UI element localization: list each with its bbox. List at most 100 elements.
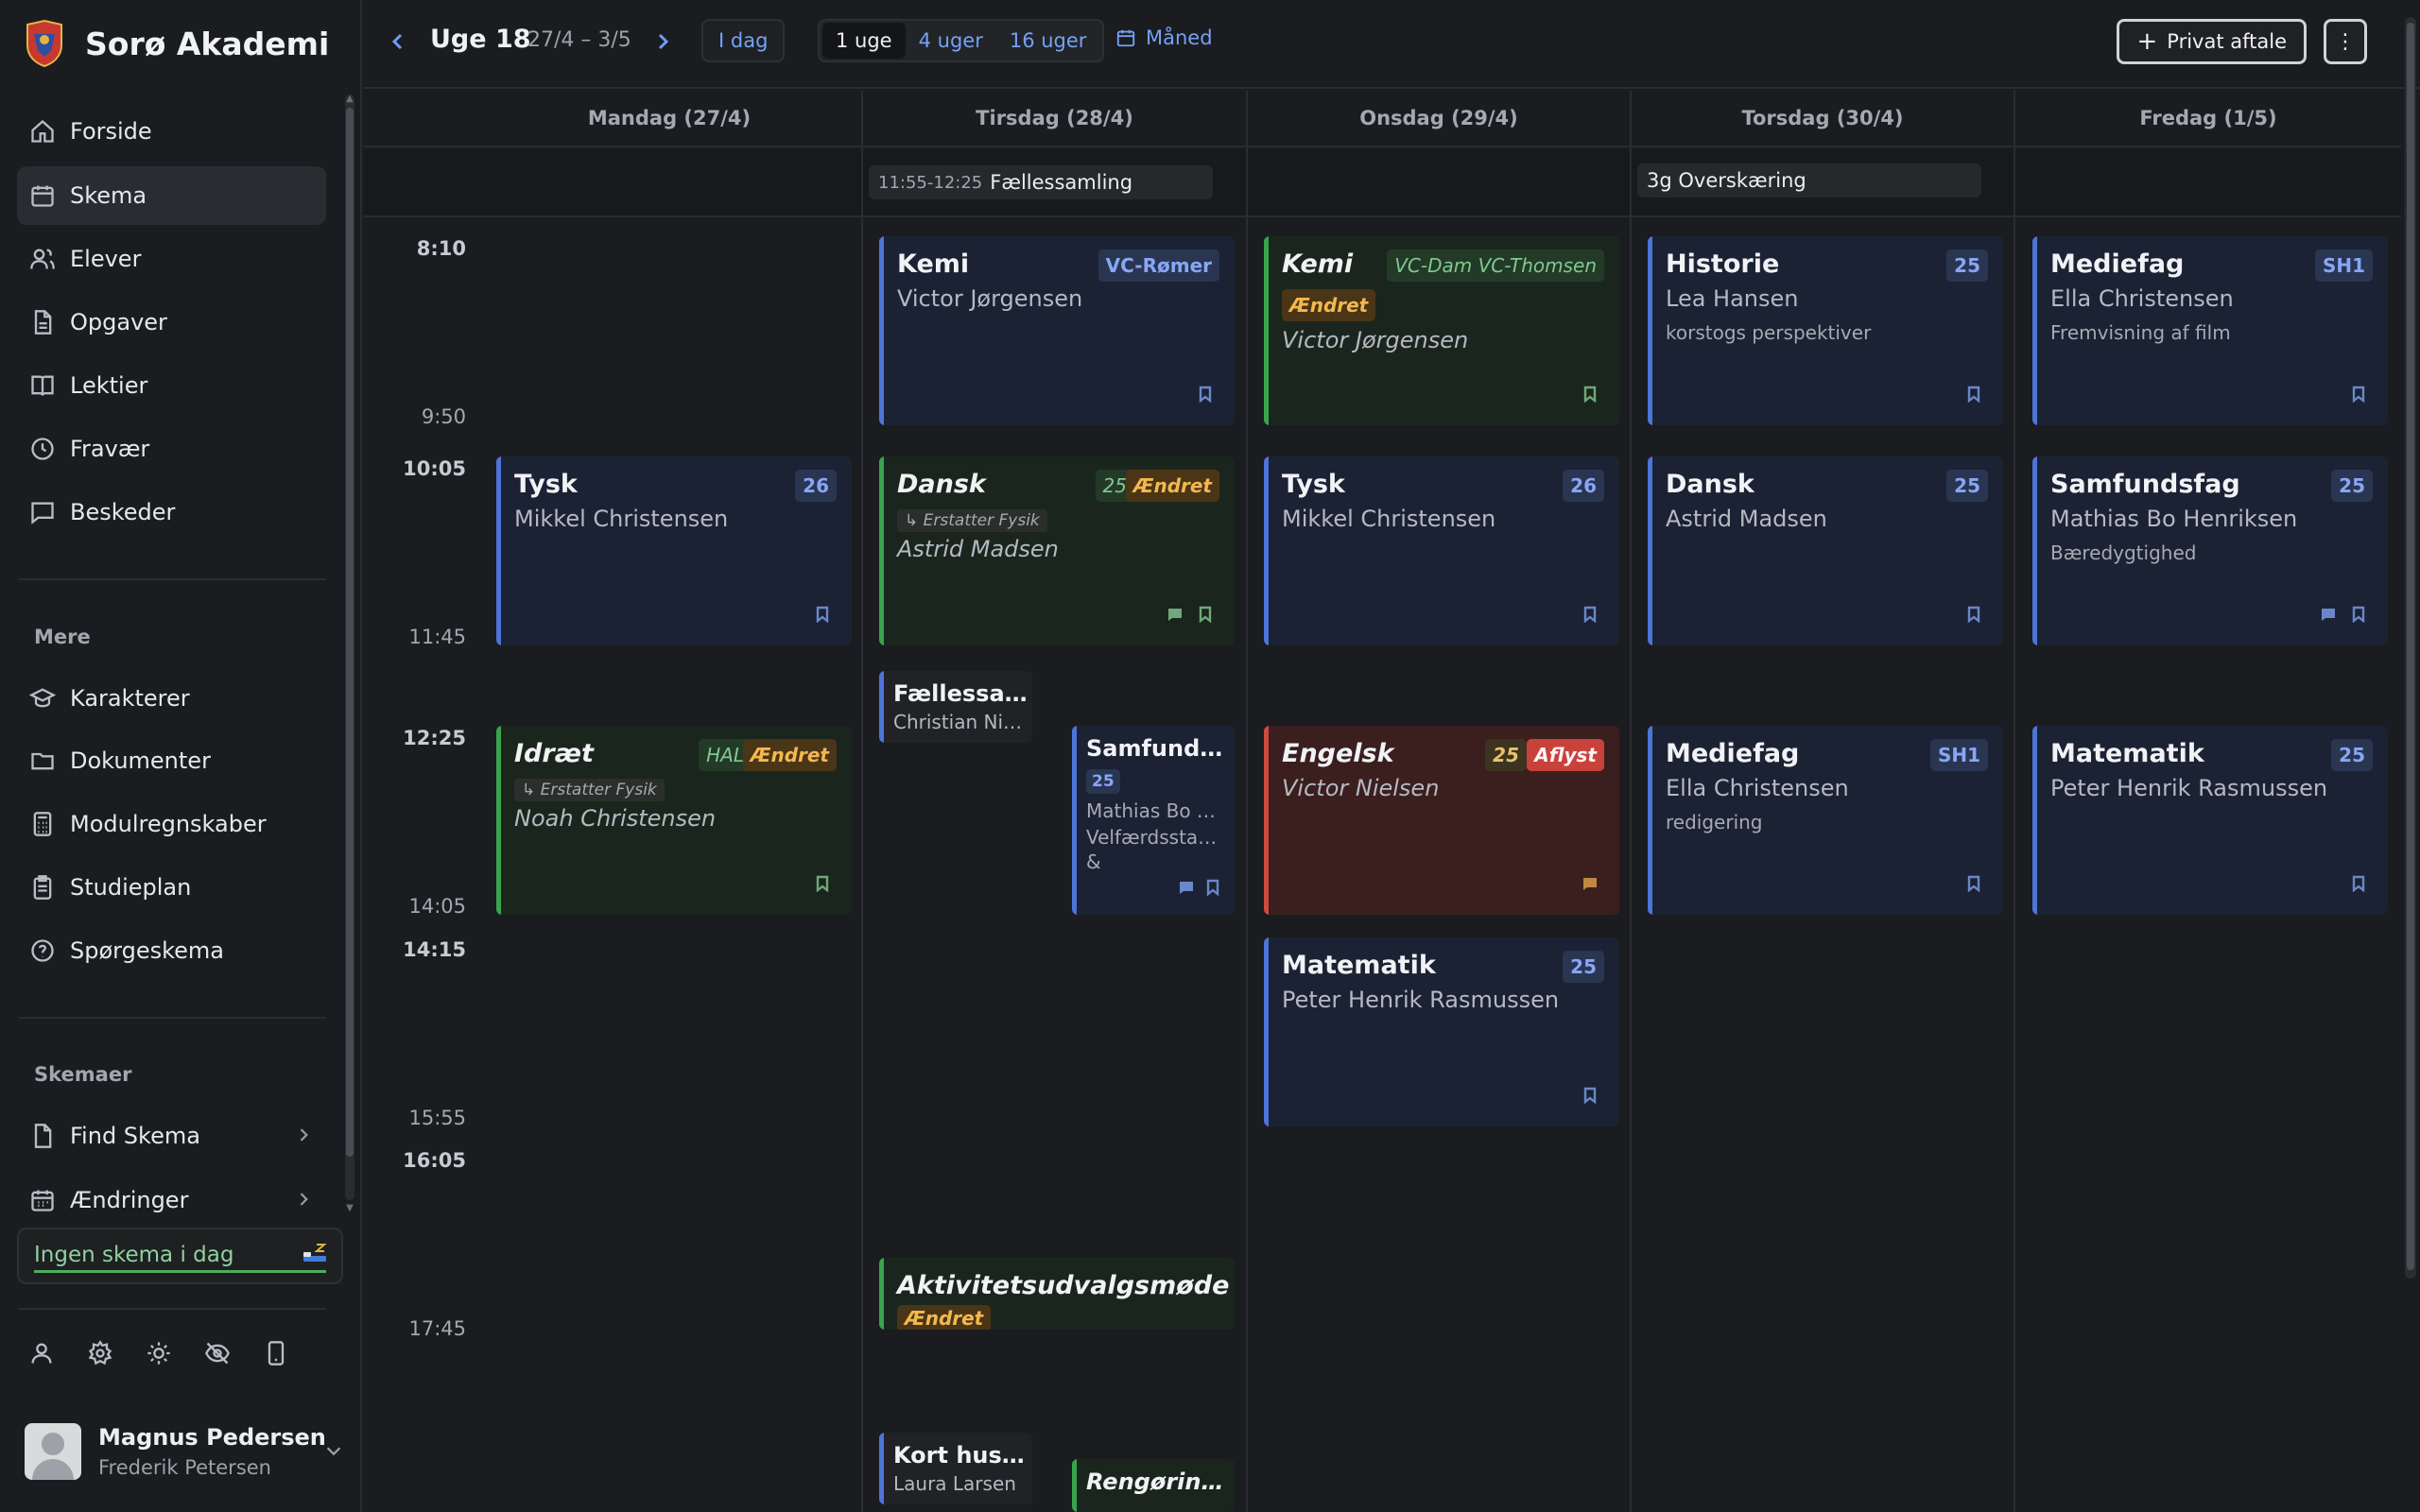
sidebar-item-modulregnskaber[interactable]: Modulregnskaber (17, 795, 326, 853)
scrollbar-thumb[interactable] (2407, 23, 2414, 1270)
sidebar-item-aendringer[interactable]: Ændringer (17, 1171, 326, 1229)
sidebar-item-opgaver[interactable]: Opgaver (17, 293, 326, 352)
lesson-teacher: Victor Jørgensen (1282, 327, 1469, 353)
lesson-fri-mediefag[interactable]: Mediefag SH1 Ella Christensen Fremvisnin… (2032, 236, 2388, 425)
no-schedule-today[interactable]: Ingen skema i dag (17, 1228, 343, 1284)
event-tue-kort-husmoede[interactable]: Kort hus… Laura Larsen (879, 1433, 1032, 1504)
lesson-mon-tysk[interactable]: Tysk 26 Mikkel Christensen (496, 456, 852, 645)
today-button[interactable]: I dag (701, 19, 786, 62)
bookmark-icon[interactable] (1965, 606, 1982, 624)
sun-icon[interactable] (146, 1340, 176, 1370)
bookmark-icon[interactable] (1582, 386, 1599, 404)
scroll-down-icon[interactable]: ▼ (345, 1204, 354, 1213)
lesson-tue-kemi[interactable]: Kemi VC-Rømer Victor Jørgensen (879, 236, 1235, 425)
more-options-button[interactable]: ⋮ (2324, 19, 2367, 64)
lesson-tue-dansk[interactable]: Dansk 25 Ændret ↳ Erstatter Fysik Astrid… (879, 456, 1235, 645)
bookmark-icon[interactable] (814, 875, 831, 893)
comment-icon[interactable] (2320, 606, 2337, 623)
sidebar-scrollbar[interactable]: ▲ ▼ (345, 94, 354, 1213)
bookmark-icon[interactable] (1965, 386, 1982, 404)
lesson-thu-mediefag[interactable]: Mediefag SH1 Ella Christensen redigering (1648, 726, 2003, 915)
event-title: Fællessamling (990, 171, 1133, 194)
lesson-thu-dansk[interactable]: Dansk 25 Astrid Madsen (1648, 456, 2003, 645)
view-16-weeks[interactable]: 16 uger (996, 23, 1100, 59)
private-appointment-button[interactable]: + Privat aftale (2117, 19, 2307, 64)
comment-icon[interactable] (1582, 875, 1599, 892)
time-label: 16:05 (403, 1149, 466, 1172)
lesson-wed-engelsk[interactable]: Engelsk 25 Aflyst Victor Nielsen (1264, 726, 1619, 915)
bookmark-icon[interactable] (1204, 879, 1221, 897)
month-view-button[interactable]: Måned (1115, 26, 1213, 49)
user-icon[interactable] (28, 1340, 59, 1370)
bookmark-icon[interactable] (1582, 606, 1599, 624)
scroll-up-icon[interactable]: ▲ (345, 94, 354, 104)
book-icon (28, 371, 57, 400)
sidebar-item-label: Modulregnskaber (70, 811, 267, 837)
lesson-title: Idræt (514, 739, 594, 768)
sidebar-item-lektier[interactable]: Lektier (17, 356, 326, 415)
lesson-wed-tysk[interactable]: Tysk 26 Mikkel Christensen (1264, 456, 1619, 645)
event-tue-aktivitetsudvalgsmoede[interactable]: Aktivitetsudvalgsmøde Ændret (879, 1258, 1235, 1330)
sidebar-item-fravaer[interactable]: Fravær (17, 420, 326, 478)
sidebar-item-forside[interactable]: Forside (17, 102, 326, 161)
previous-week-button[interactable] (381, 25, 415, 59)
lesson-wed-kemi[interactable]: Kemi VC-Dam VC-Thomsen Ændret Victor Jør… (1264, 236, 1619, 425)
lesson-note: Velfærdssta… (1086, 826, 1218, 849)
time-label: 9:50 (421, 405, 466, 428)
bookmark-icon[interactable] (814, 606, 831, 624)
calendar-scrollbar[interactable] (2405, 17, 2416, 1279)
room-badge: 25 (1485, 739, 1527, 771)
event-tue-rengoering[interactable]: Rengørin… (1072, 1459, 1235, 1512)
comment-icon[interactable] (1178, 879, 1195, 896)
home-icon (28, 117, 57, 146)
view-4-weeks[interactable]: 4 uger (906, 23, 996, 59)
lesson-title: Kemi (1282, 249, 1354, 279)
sidebar-item-elever[interactable]: Elever (17, 230, 326, 288)
lesson-fri-matematik[interactable]: Matematik 25 Peter Henrik Rasmussen (2032, 726, 2388, 915)
calculator-icon (28, 810, 57, 838)
next-week-button[interactable] (646, 25, 680, 59)
column-divider (2014, 91, 2015, 1512)
lesson-teacher: Mathias Bo … (1086, 799, 1216, 822)
brand[interactable]: Sorø Akademi (25, 19, 329, 68)
lesson-wed-matematik[interactable]: Matematik 25 Peter Henrik Rasmussen (1264, 937, 1619, 1126)
comment-icon[interactable] (1167, 606, 1184, 623)
user-menu[interactable]: Magnus Pedersen Frederik Petersen (25, 1419, 346, 1484)
room-badge: VC-Dam VC-Thomsen (1387, 249, 1604, 282)
gear-icon[interactable] (87, 1340, 117, 1370)
sidebar-item-spoergeskema[interactable]: Spørgeskema (17, 921, 326, 980)
lesson-title: Matematik (2050, 739, 2204, 768)
user-subname: Frederik Petersen (98, 1456, 271, 1479)
lesson-mon-idraet[interactable]: Idræt HAL Ændret ↳ Erstatter Fysik Noah … (496, 726, 852, 915)
all-day-event-faellessamling[interactable]: 11:55-12:25 Fællessamling (869, 165, 1213, 199)
clipboard-icon (28, 873, 57, 902)
sidebar: Sorø Akademi Forside Skema Elever Opgave… (0, 0, 362, 1512)
sidebar-item-beskeder[interactable]: Beskeder (17, 483, 326, 541)
replaces-note: ↳ Erstatter Fysik (514, 779, 665, 801)
lesson-thu-historie[interactable]: Historie 25 Lea Hansen korstogs perspekt… (1648, 236, 2003, 425)
sidebar-item-skema[interactable]: Skema (17, 166, 326, 225)
chevron-right-icon (294, 1190, 313, 1209)
bookmark-icon[interactable] (1582, 1087, 1599, 1105)
all-day-event-3g-overskaering[interactable]: 3g Overskæring (1637, 163, 1981, 198)
lesson-fri-samfundsfag[interactable]: Samfundsfag 25 Mathias Bo Henriksen Bære… (2032, 456, 2388, 645)
bookmark-icon[interactable] (1197, 386, 1214, 404)
mobile-icon[interactable] (263, 1340, 293, 1370)
sidebar-item-karakterer[interactable]: Karakterer (17, 669, 326, 728)
view-1-week[interactable]: 1 uge (822, 23, 906, 59)
sidebar-item-dokumenter[interactable]: Dokumenter (17, 731, 326, 790)
sidebar-item-label: Opgaver (70, 309, 167, 335)
eye-off-icon[interactable] (204, 1340, 234, 1370)
scrollbar-thumb[interactable] (346, 108, 354, 1157)
bookmark-icon[interactable] (1197, 606, 1214, 624)
bookmark-icon[interactable] (2350, 606, 2367, 624)
sidebar-item-find-skema[interactable]: Find Skema (17, 1107, 326, 1165)
bookmark-icon[interactable] (2350, 875, 2367, 893)
bookmark-icon[interactable] (2350, 386, 2367, 404)
event-tue-faellessamling[interactable]: Fællessa… Christian Ni… (879, 671, 1032, 743)
folder-icon (28, 747, 57, 775)
lesson-title: Dansk (897, 470, 986, 499)
bookmark-icon[interactable] (1965, 875, 1982, 893)
sidebar-item-studieplan[interactable]: Studieplan (17, 858, 326, 917)
lesson-tue-samfundsfag[interactable]: Samfund… 25 Mathias Bo … Velfærdssta… & (1072, 726, 1235, 915)
